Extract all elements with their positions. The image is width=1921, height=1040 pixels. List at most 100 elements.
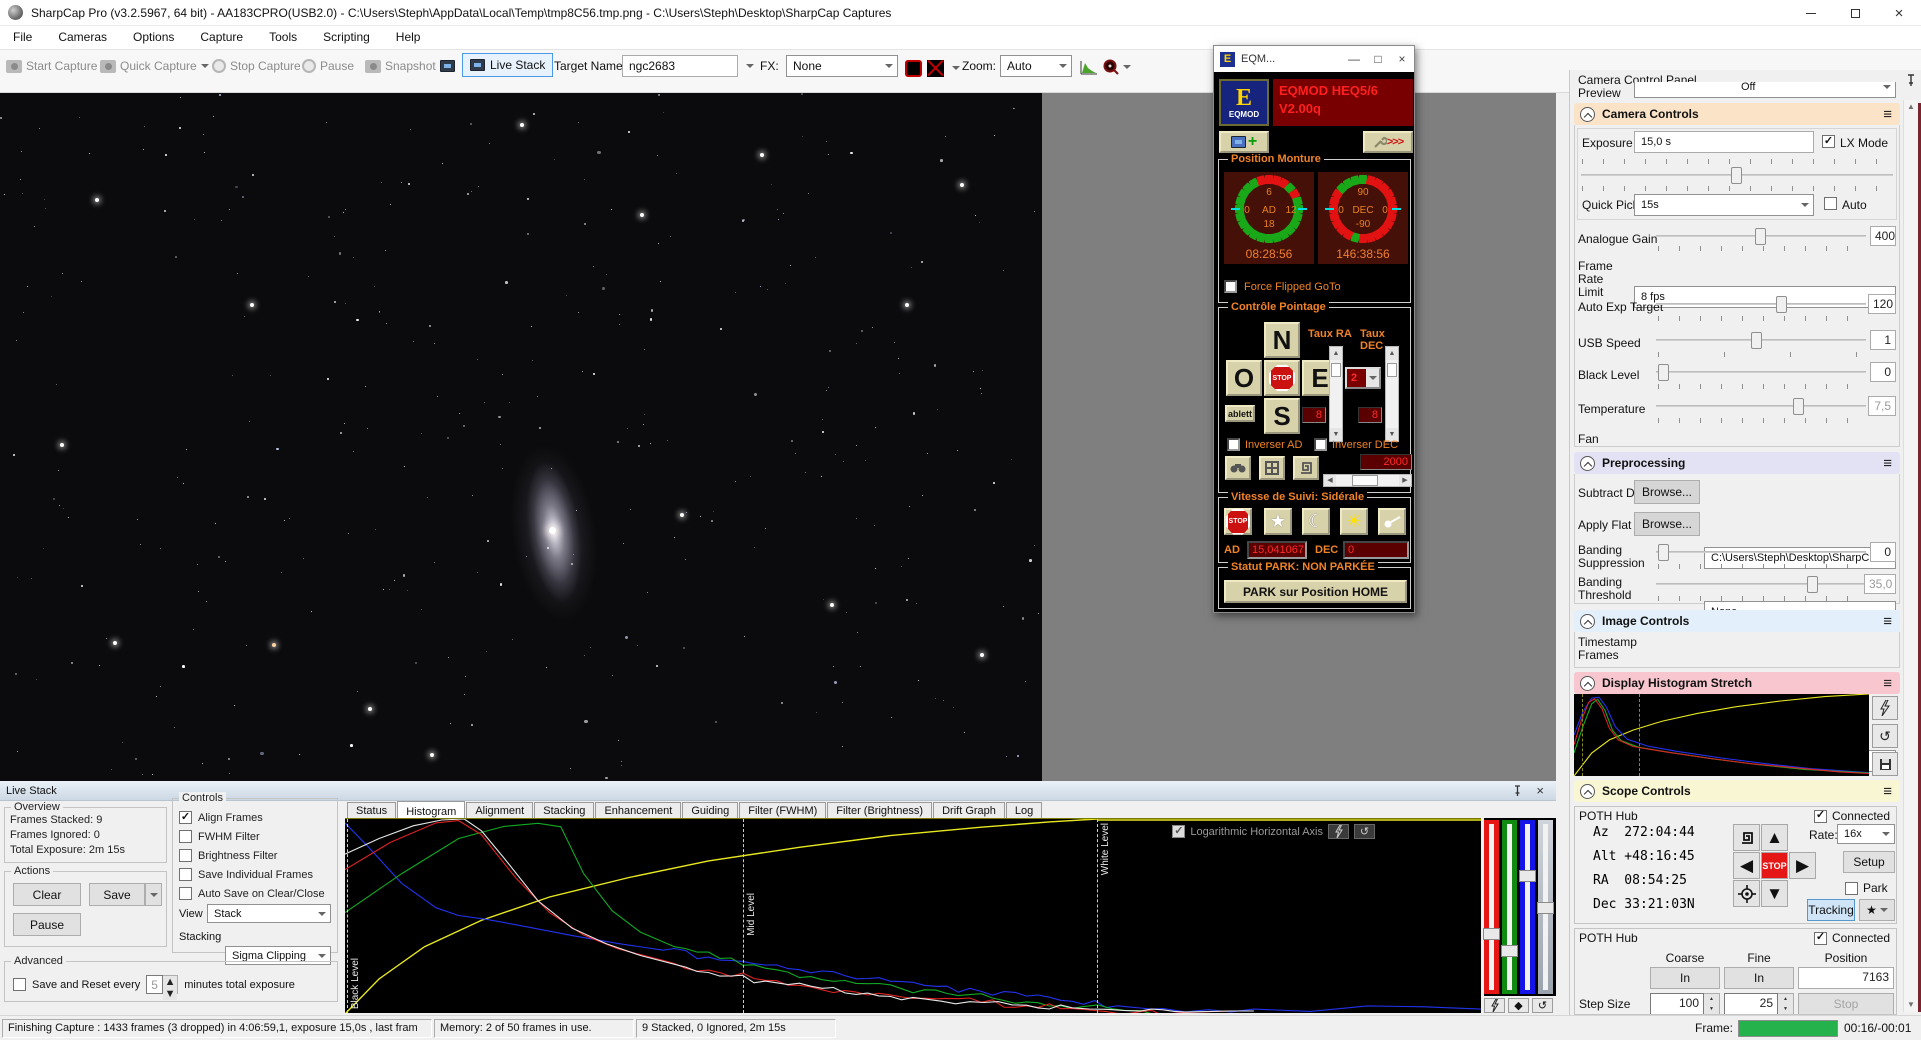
target-dropdown-icon[interactable] xyxy=(746,64,754,68)
auto-stretch-button[interactable] xyxy=(1484,998,1505,1013)
menu-item-options[interactable]: Options xyxy=(120,26,187,49)
pause-button[interactable]: Pause xyxy=(13,913,81,936)
taux-dec-scrollbar[interactable]: ▲ ▼ xyxy=(1385,346,1399,442)
rate-dropdown[interactable]: 16x xyxy=(1837,824,1895,844)
clear-selection-icon[interactable] xyxy=(927,59,944,77)
mid-level-line[interactable]: Mid Level xyxy=(742,819,757,1013)
exposure-slider[interactable] xyxy=(1581,165,1893,185)
tab-filter-brightness-[interactable]: Filter (Brightness) xyxy=(827,802,933,819)
menu-item-scripting[interactable]: Scripting xyxy=(310,26,383,49)
save-dropdown-button[interactable] xyxy=(145,883,162,906)
brightness-filter-checkbox[interactable] xyxy=(179,849,192,862)
reset-stretch-button[interactable]: ↺ xyxy=(1872,724,1898,748)
dark-browse-button[interactable]: Browse... xyxy=(1634,480,1700,504)
position-value[interactable]: 7163 xyxy=(1798,967,1894,989)
save-stretch-button[interactable] xyxy=(1872,752,1898,776)
blue-level-slider[interactable] xyxy=(1519,820,1536,994)
stretch-mid-level-line[interactable] xyxy=(1639,694,1640,776)
tab-log[interactable]: Log xyxy=(1005,802,1043,819)
luminance-level-slider[interactable] xyxy=(1537,820,1554,994)
limit-scrollbar[interactable]: ◀ ▶ xyxy=(1323,474,1412,487)
selection-area-icon[interactable] xyxy=(905,59,922,77)
tab-enhancement[interactable]: Enhancement xyxy=(595,802,682,819)
tab-status[interactable]: Status xyxy=(347,802,397,819)
lunar-rate-button[interactable]: ☾ xyxy=(1302,508,1330,535)
collapse-icon[interactable] xyxy=(1580,106,1595,122)
tracking-stop-button[interactable]: STOP xyxy=(1224,508,1252,535)
save-button[interactable]: Save xyxy=(89,883,145,906)
clear-button[interactable]: Clear xyxy=(13,883,81,906)
histogram-tool-button[interactable] xyxy=(1080,56,1098,78)
window-button[interactable] xyxy=(1259,456,1285,480)
slew-stop-button[interactable]: STOP xyxy=(1264,360,1300,396)
tab-drift-graph[interactable]: Drift Graph xyxy=(933,802,1005,819)
chevron-down-icon[interactable] xyxy=(952,66,960,70)
section-preprocessing[interactable]: Preprocessing ≡ xyxy=(1574,452,1900,474)
goto-target-button[interactable] xyxy=(1733,880,1760,907)
coarse-step-spinner[interactable]: 100 ▲ ▼ xyxy=(1650,993,1720,1014)
vitesse-dec-value[interactable]: 0 xyxy=(1343,541,1409,559)
save-individual-frames-checkbox[interactable] xyxy=(179,868,192,881)
collapse-icon[interactable] xyxy=(1580,455,1595,471)
force-flipped-checkbox[interactable] xyxy=(1224,280,1237,293)
panel-scrollbar[interactable]: ▲ ▼ xyxy=(1903,100,1918,1012)
view-dropdown[interactable]: Stack xyxy=(207,904,331,923)
spiral-search-button[interactable] xyxy=(1733,824,1760,851)
zoom-dropdown[interactable]: Auto xyxy=(1000,55,1072,77)
eqmod-title-bar[interactable]: E EQM... — □ × xyxy=(1214,46,1414,72)
hub2-connected-checkbox[interactable] xyxy=(1813,931,1827,945)
tracking-rate-button[interactable]: ★ xyxy=(1859,899,1895,921)
stretch-histogram[interactable] xyxy=(1574,694,1869,776)
park-home-button[interactable]: PARK sur Position HOME xyxy=(1224,580,1407,603)
close-icon[interactable]: × xyxy=(1536,783,1544,798)
close-button[interactable]: × xyxy=(1877,0,1921,26)
save-reset-spinner[interactable]: 5 ▲ ▼ xyxy=(146,975,179,1000)
quick-capture-button[interactable]: Quick Capture xyxy=(100,55,209,77)
fwhm-filter-checkbox[interactable] xyxy=(179,830,192,843)
slew-south-button[interactable]: S xyxy=(1264,398,1300,434)
vitesse-ad-value[interactable]: 15,041067 xyxy=(1247,541,1307,559)
dec-rate-dropdown[interactable]: 2 xyxy=(1345,367,1381,389)
scope-up-button[interactable]: ▲ xyxy=(1761,824,1788,851)
collapse-icon[interactable] xyxy=(1580,675,1595,691)
coarse-in-button[interactable]: In xyxy=(1650,967,1720,989)
section-image-controls[interactable]: Image Controls ≡ xyxy=(1574,610,1900,632)
slew-north-button[interactable]: N xyxy=(1264,322,1300,358)
pause-button[interactable]: Pause xyxy=(302,55,354,77)
inverser-ad-checkbox[interactable] xyxy=(1227,438,1240,451)
auto-exposure-checkbox[interactable] xyxy=(1824,197,1837,210)
scope-stop-button[interactable]: STOP xyxy=(1761,852,1788,879)
eqmod-maximize-button[interactable]: □ xyxy=(1366,52,1390,66)
spiral-search-button[interactable] xyxy=(1293,456,1319,480)
eqmod-minimize-button[interactable]: — xyxy=(1342,52,1366,66)
menu-item-tools[interactable]: Tools xyxy=(256,26,310,49)
pin-icon[interactable] xyxy=(1513,785,1522,797)
usb-speed-slider[interactable] xyxy=(1656,330,1866,350)
auto-stretch-button[interactable] xyxy=(1328,824,1349,839)
menu-icon[interactable]: ≡ xyxy=(1883,613,1892,630)
snapshot-button[interactable]: Snapshot xyxy=(365,55,436,77)
black-level-slider[interactable] xyxy=(1656,362,1866,382)
find-button[interactable] xyxy=(1225,456,1251,480)
display-mode-button[interactable] xyxy=(440,55,455,77)
quick-picks-dropdown[interactable]: 15s xyxy=(1634,194,1814,216)
flat-browse-button[interactable]: Browse... xyxy=(1634,512,1700,536)
solar-rate-button[interactable]: ☀ xyxy=(1340,508,1368,535)
menu-item-file[interactable]: File xyxy=(0,26,45,49)
sidereal-rate-button[interactable]: ★ xyxy=(1264,508,1292,535)
usb-speed-value[interactable]: 1 xyxy=(1870,330,1896,350)
eqmod-display-button[interactable]: + xyxy=(1219,131,1269,153)
scope-left-button[interactable]: ◀ xyxy=(1733,852,1760,879)
red-level-slider[interactable] xyxy=(1483,820,1500,994)
pin-icon[interactable] xyxy=(1906,74,1916,87)
fx-dropdown[interactable]: None xyxy=(786,55,898,77)
banding-value[interactable]: 0 xyxy=(1870,542,1896,562)
save-reset-checkbox[interactable] xyxy=(13,978,26,991)
eqmod-close-button[interactable]: × xyxy=(1390,52,1414,66)
auto-save-on-clear-close-checkbox[interactable] xyxy=(179,887,192,900)
menu-icon[interactable]: ≡ xyxy=(1883,675,1892,692)
gain-slider[interactable] xyxy=(1656,226,1866,246)
menu-icon[interactable]: ≡ xyxy=(1883,783,1892,800)
tab-guiding[interactable]: Guiding xyxy=(682,802,739,819)
collapse-icon[interactable] xyxy=(1580,613,1595,629)
